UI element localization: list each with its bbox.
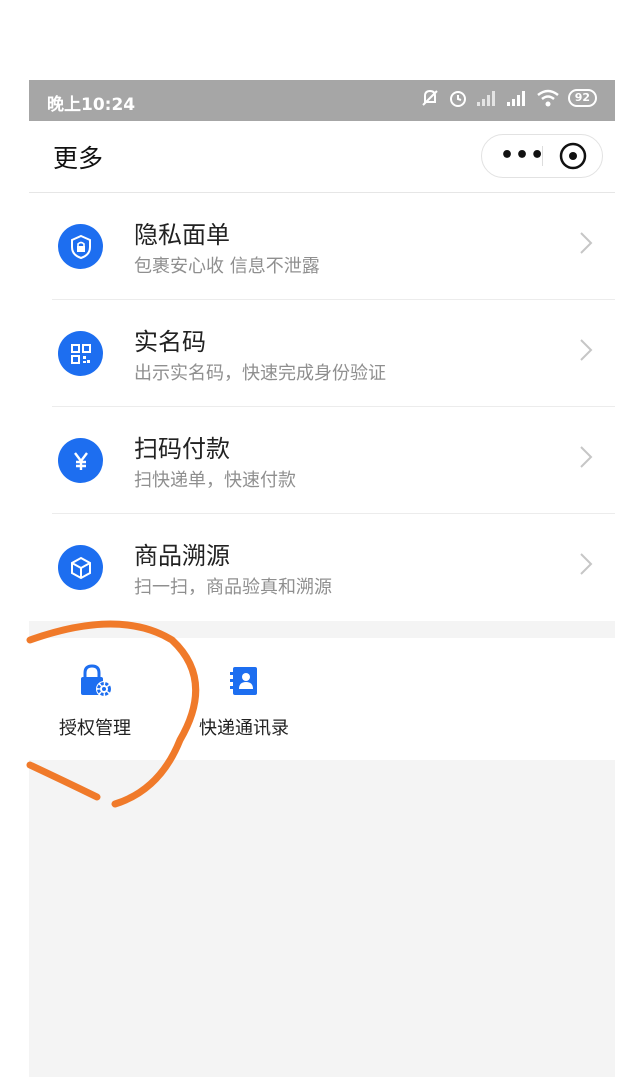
orange-circle-annotation <box>26 620 200 808</box>
